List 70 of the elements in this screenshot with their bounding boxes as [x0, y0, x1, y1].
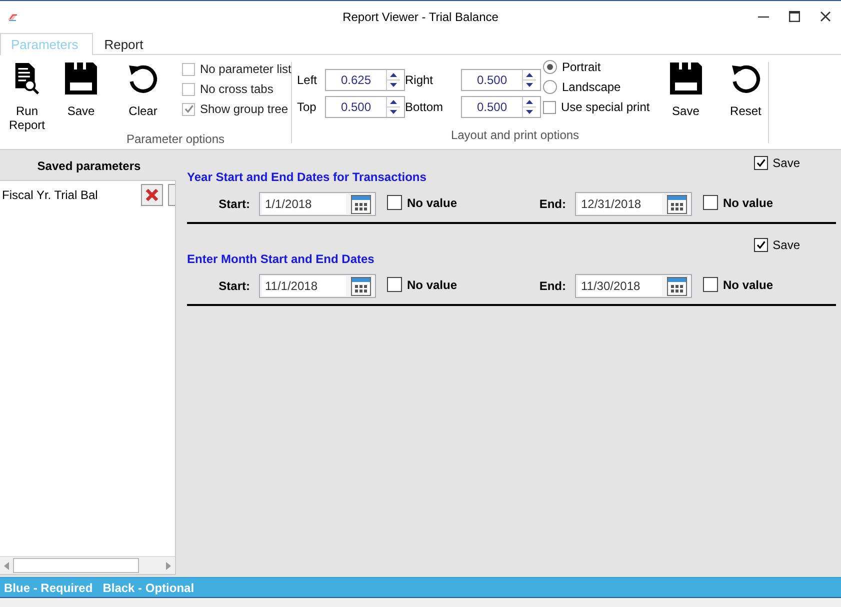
- margin-spinner[interactable]: 0.500: [325, 96, 405, 118]
- check-mark-icon: [756, 158, 766, 168]
- margin-label: Top: [297, 100, 318, 114]
- save-button[interactable]: Save: [656, 62, 716, 128]
- tab[interactable]: Report: [93, 33, 158, 55]
- calendar-icon[interactable]: [667, 276, 687, 296]
- section-title: Year Start and End Dates for Transactions: [187, 170, 428, 184]
- no-value-checkbox[interactable]: No value: [703, 277, 774, 292]
- spin-arrows-icon[interactable]: [386, 70, 400, 90]
- run-report-button[interactable]: Run Report: [4, 62, 50, 132]
- margin-input[interactable]: 0.500: [462, 100, 522, 114]
- date-input[interactable]: 11/30/2018: [578, 276, 662, 296]
- calendar-icon[interactable]: [667, 194, 687, 214]
- spin-arrows-icon[interactable]: [522, 70, 536, 90]
- margin-spinner[interactable]: 0.500: [461, 96, 541, 118]
- checkbox[interactable]: No parameter list: [182, 62, 292, 76]
- date-picker[interactable]: 1/1/2018: [259, 192, 376, 216]
- field-label: End:: [538, 279, 566, 293]
- margin-label: Right: [405, 73, 434, 87]
- reset-button[interactable]: Reset: [716, 62, 776, 128]
- margin-label: Left: [297, 73, 318, 87]
- maximize-icon[interactable]: [789, 11, 800, 22]
- report-search-icon: [14, 62, 40, 95]
- margin-spinner[interactable]: 0.625: [325, 69, 405, 91]
- field-label: End:: [538, 197, 566, 211]
- clear-button[interactable]: Clear: [112, 62, 174, 132]
- saved-parameter-item[interactable]: Fiscal Yr. Trial Bal: [2, 188, 141, 202]
- margin-input[interactable]: 0.500: [462, 73, 522, 87]
- checkbox[interactable]: Show group tree: [182, 102, 292, 116]
- save-icon: [65, 62, 97, 95]
- group-caption: Layout and print options: [450, 128, 580, 143]
- check-mark-icon: [756, 240, 766, 250]
- calendar-icon[interactable]: [351, 194, 371, 214]
- save-button[interactable]: Save: [52, 62, 110, 132]
- section-title: Enter Month Start and End Dates: [187, 252, 376, 266]
- margin-input[interactable]: 0.500: [326, 100, 386, 114]
- margin-spinner[interactable]: 0.500: [461, 69, 541, 91]
- save-icon: [670, 62, 702, 95]
- field-label: Start:: [218, 279, 250, 293]
- delete-button[interactable]: [141, 184, 163, 206]
- delete-icon: [145, 188, 159, 202]
- date-picker[interactable]: 11/1/2018: [259, 274, 376, 298]
- save-checkbox[interactable]: Save: [754, 156, 800, 170]
- date-input[interactable]: 12/31/2018: [578, 194, 662, 214]
- status-text: Black - Optional: [102, 580, 194, 594]
- spin-arrows-icon[interactable]: [386, 97, 400, 117]
- radio-button[interactable]: Landscape: [543, 80, 650, 94]
- checkbox[interactable]: No cross tabs: [182, 82, 292, 96]
- window-title: Report Viewer - Trial Balance: [342, 10, 498, 24]
- checkbox[interactable]: Use special print: [543, 100, 650, 114]
- no-value-checkbox[interactable]: No value: [387, 195, 458, 210]
- no-value-checkbox[interactable]: No value: [703, 195, 774, 210]
- field-label: Start:: [218, 197, 250, 211]
- date-input[interactable]: 1/1/2018: [262, 194, 346, 214]
- date-picker[interactable]: 11/30/2018: [575, 274, 692, 298]
- group-caption: Parameter options: [126, 132, 225, 147]
- date-input[interactable]: 11/1/2018: [262, 276, 346, 296]
- save-checkbox[interactable]: Save: [754, 238, 800, 252]
- panel-title: Saved parameters: [36, 158, 142, 175]
- margin-input[interactable]: 0.625: [326, 73, 386, 87]
- close-icon[interactable]: [820, 11, 831, 22]
- status-text: Blue - Required: [4, 580, 93, 594]
- calendar-icon[interactable]: [351, 276, 371, 296]
- app-icon: [7, 12, 19, 22]
- radio-button[interactable]: Portrait: [543, 60, 650, 74]
- check-mark-icon: [184, 104, 194, 114]
- date-picker[interactable]: 12/31/2018: [575, 192, 692, 216]
- margin-label: Bottom: [405, 100, 444, 114]
- no-value-checkbox[interactable]: No value: [387, 277, 458, 292]
- spin-arrows-icon[interactable]: [522, 97, 536, 117]
